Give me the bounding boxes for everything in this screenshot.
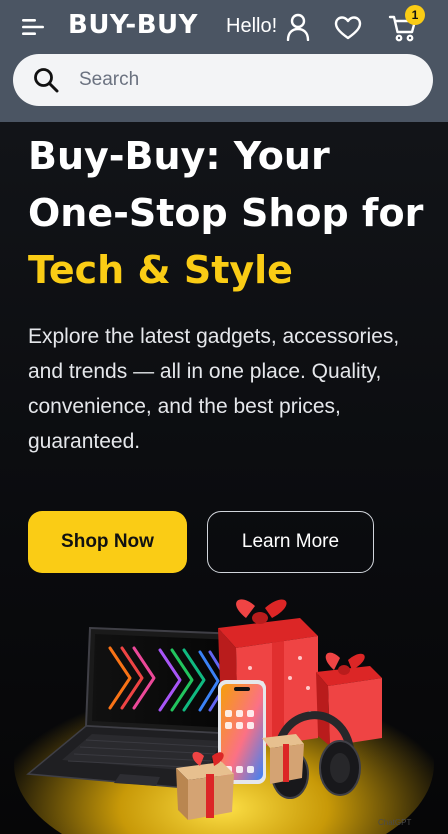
- learn-more-button[interactable]: Learn More: [207, 511, 374, 573]
- user-icon[interactable]: [286, 13, 310, 42]
- hero-headline: Buy-Buy: Your One-Stop Shop for Tech & S…: [28, 128, 438, 299]
- search-icon[interactable]: [33, 67, 59, 93]
- greeting-text: Hello!: [226, 15, 278, 37]
- search-bar[interactable]: [13, 54, 433, 106]
- header: BUY-BUY Hello! 1: [0, 0, 448, 122]
- heart-icon[interactable]: [334, 15, 362, 41]
- cart-count-badge: 1: [405, 5, 425, 25]
- shop-now-button[interactable]: Shop Now: [28, 511, 187, 573]
- image-caption: ChatGPT: [378, 818, 412, 827]
- menu-icon[interactable]: [20, 16, 46, 38]
- gift-box-right: [316, 652, 382, 746]
- hero-section: Buy-Buy: Your One-Stop Shop for Tech & S…: [0, 122, 448, 834]
- top-bar: BUY-BUY Hello! 1: [0, 0, 448, 54]
- search-input[interactable]: [79, 64, 409, 96]
- headline-accent: Tech & Style: [28, 248, 293, 292]
- headline-text: Buy-Buy: Your One-Stop Shop for: [28, 134, 424, 235]
- hero-product-image: [14, 599, 434, 834]
- brand-logo[interactable]: BUY-BUY: [68, 10, 198, 40]
- hero-description: Explore the latest gadgets, accessories,…: [28, 325, 400, 453]
